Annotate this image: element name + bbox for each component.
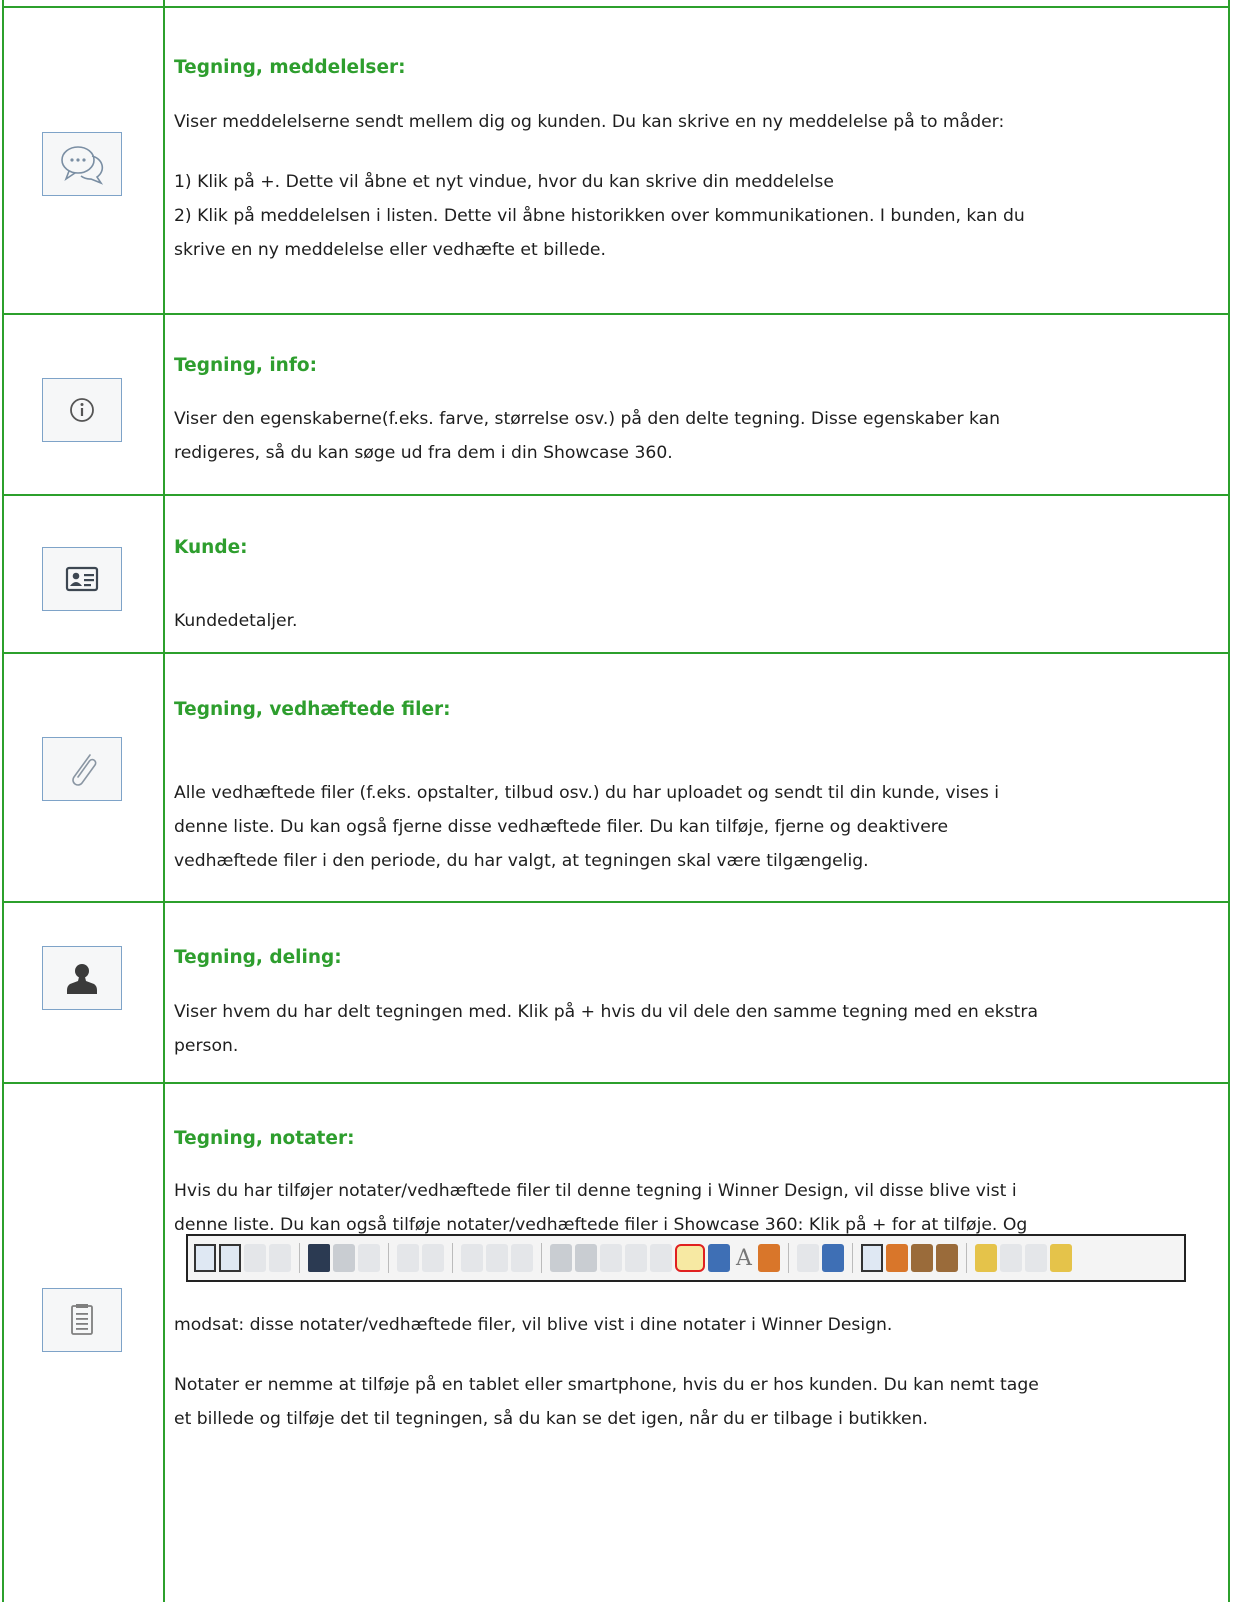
view-mode-button[interactable]	[244, 1244, 266, 1272]
toolbar-separator	[452, 1243, 453, 1273]
section-body: Alle vedhæftede filer (f.eks. opstalter,…	[174, 778, 1224, 876]
body-line: Hvis du har tilføjer notater/vedhæftede …	[174, 1181, 1017, 1201]
row-divider	[2, 313, 1230, 315]
body-line: vedhæftede filer i den periode, du har v…	[174, 851, 869, 871]
row-divider	[2, 652, 1230, 654]
section-body: Viser den egenskaberne(f.eks. farve, stø…	[174, 404, 1224, 468]
palette-icon[interactable]	[758, 1244, 780, 1272]
table-border-left	[2, 0, 4, 1602]
align-icon[interactable]	[1000, 1244, 1022, 1272]
redo-icon[interactable]	[422, 1244, 444, 1272]
undo-icon[interactable]	[397, 1244, 419, 1272]
contact-card-icon	[42, 547, 122, 611]
notes-button[interactable]	[675, 1244, 705, 1272]
notepad-icon	[42, 1288, 122, 1352]
toolbar-separator	[852, 1243, 853, 1273]
row-divider	[2, 494, 1230, 496]
body-line: Alle vedhæftede filer (f.eks. opstalter,…	[174, 783, 1000, 803]
chat-bubbles-icon	[42, 132, 122, 196]
toolbar-separator	[541, 1243, 542, 1273]
toolbar-separator	[299, 1243, 300, 1273]
cut-icon[interactable]	[461, 1244, 483, 1272]
body-line: person.	[174, 1036, 239, 1056]
section-heading: Tegning, info:	[174, 355, 318, 376]
info-globe-icon[interactable]	[708, 1244, 730, 1272]
room-view-icon[interactable]	[911, 1244, 933, 1272]
body-line: redigeres, så du kan søge ud fra dem i d…	[174, 443, 673, 463]
body-line: Viser hvem du har delt tegningen med. Kl…	[174, 1002, 1038, 1022]
body-line: et billede og tilføje det til tegningen,…	[174, 1409, 928, 1429]
save-icon[interactable]	[308, 1244, 330, 1272]
view-mode-button[interactable]	[269, 1244, 291, 1272]
measure-icon[interactable]	[1050, 1244, 1072, 1272]
row-divider	[2, 6, 1230, 8]
zoom-out-icon[interactable]	[575, 1244, 597, 1272]
section-heading: Tegning, vedhæftede filer:	[174, 699, 451, 720]
grid-icon[interactable]	[600, 1244, 622, 1272]
section-body: Kundedetaljer.	[174, 606, 1224, 636]
cloud-icon[interactable]	[358, 1244, 380, 1272]
row-divider	[165, 1082, 1230, 1084]
winner-design-toolbar: A	[186, 1234, 1186, 1282]
toolbar-separator	[788, 1243, 789, 1273]
body-line: Viser meddelelserne sendt mellem dig og …	[174, 112, 1005, 132]
section-body: Viser meddelelserne sendt mellem dig og …	[174, 107, 1224, 137]
align-icon[interactable]	[1025, 1244, 1047, 1272]
body-line: Kundedetaljer.	[174, 611, 298, 631]
house-view-icon[interactable]	[975, 1244, 997, 1272]
section-body: Viser hvem du har delt tegningen med. Kl…	[174, 997, 1224, 1061]
toolbar-separator	[966, 1243, 967, 1273]
section-heading: Tegning, meddelelser:	[174, 57, 406, 78]
section-body: modsat: disse notater/vedhæftede filer, …	[174, 1310, 1224, 1340]
section-body: Hvis du har tilføjer notater/vedhæftede …	[174, 1176, 1224, 1240]
body-line: skrive en ny meddelelse eller vedhæfte e…	[174, 240, 606, 260]
document-page: Tegning, meddelelser: Viser meddelelsern…	[0, 0, 1255, 1602]
table-border-right	[1228, 0, 1230, 1602]
info-icon	[42, 378, 122, 442]
zoom-in-icon[interactable]	[550, 1244, 572, 1272]
body-line: modsat: disse notater/vedhæftede filer, …	[174, 1315, 893, 1335]
blank-page-icon[interactable]	[650, 1244, 672, 1272]
body-line: 1) Klik på +. Dette vil åbne et nyt vind…	[174, 172, 834, 192]
view-mode-button[interactable]	[194, 1244, 216, 1272]
body-line: 2) Klik på meddelelsen i listen. Dette v…	[174, 206, 1025, 226]
pointer-tool-icon[interactable]	[861, 1244, 883, 1272]
table-column-divider	[163, 0, 165, 1602]
copy-icon[interactable]	[486, 1244, 508, 1272]
section-heading: Tegning, notater:	[174, 1128, 355, 1149]
body-line: denne liste. Du kan også fjerne disse ve…	[174, 817, 949, 837]
section-body: Notater er nemme at tilføje på en tablet…	[174, 1370, 1224, 1434]
toolbar-separator	[388, 1243, 389, 1273]
paperclip-icon	[42, 737, 122, 801]
refresh-icon[interactable]	[797, 1244, 819, 1272]
grid-icon[interactable]	[625, 1244, 647, 1272]
calculator-icon[interactable]	[822, 1244, 844, 1272]
body-line: Viser den egenskaberne(f.eks. farve, stø…	[174, 409, 1001, 429]
view-mode-button[interactable]	[219, 1244, 241, 1272]
room-view-icon[interactable]	[936, 1244, 958, 1272]
section-heading: Kunde:	[174, 537, 248, 558]
section-heading: Tegning, deling:	[174, 947, 342, 968]
print-icon[interactable]	[333, 1244, 355, 1272]
row-divider-partial	[2, 1082, 163, 1084]
text-tool-icon[interactable]: A	[733, 1246, 755, 1271]
row-divider	[2, 901, 1230, 903]
section-body: 1) Klik på +. Dette vil åbne et nyt vind…	[174, 167, 1224, 265]
room-view-icon[interactable]	[886, 1244, 908, 1272]
paste-icon[interactable]	[511, 1244, 533, 1272]
body-line: Notater er nemme at tilføje på en tablet…	[174, 1375, 1039, 1395]
person-icon	[42, 946, 122, 1010]
